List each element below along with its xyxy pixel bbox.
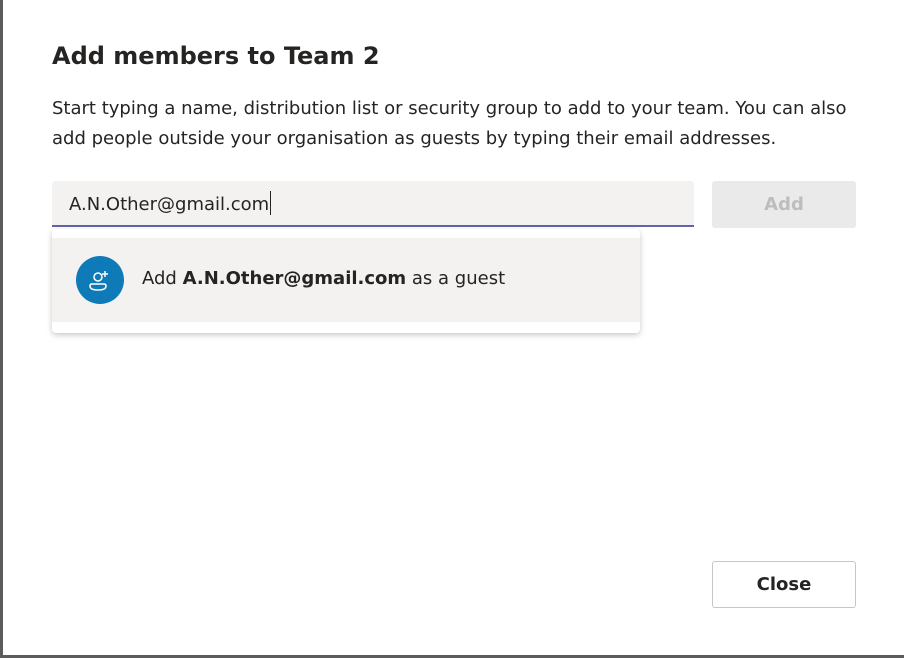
suggestion-suffix: as a guest <box>411 268 506 289</box>
search-input-value[interactable]: A.N.Other@gmail.com <box>69 194 269 215</box>
dialog-description: Start typing a name, distribution list o… <box>52 98 847 149</box>
suggestion-dropdown: Add A.N.Other@gmail.com as a guest <box>52 229 640 333</box>
close-button[interactable]: Close <box>712 561 856 608</box>
suggestion-label: Add A.N.Other@gmail.com as a guest <box>142 268 505 289</box>
window-edge-left <box>0 0 3 658</box>
member-search-input[interactable]: A.N.Other@gmail.com <box>52 181 694 227</box>
text-caret <box>270 191 272 215</box>
add-members-dialog: Add members to Team 2 Start typing a nam… <box>0 0 904 658</box>
suggestion-email: A.N.Other@gmail.com <box>182 268 407 289</box>
dialog-title: Add members to Team 2 <box>52 42 380 70</box>
add-button[interactable]: Add <box>712 181 856 228</box>
suggestion-prefix: Add <box>142 268 177 289</box>
add-guest-icon <box>76 256 124 304</box>
search-input-value-wrap[interactable]: A.N.Other@gmail.com <box>69 191 272 215</box>
add-guest-suggestion[interactable]: Add A.N.Other@gmail.com as a guest <box>52 238 640 322</box>
